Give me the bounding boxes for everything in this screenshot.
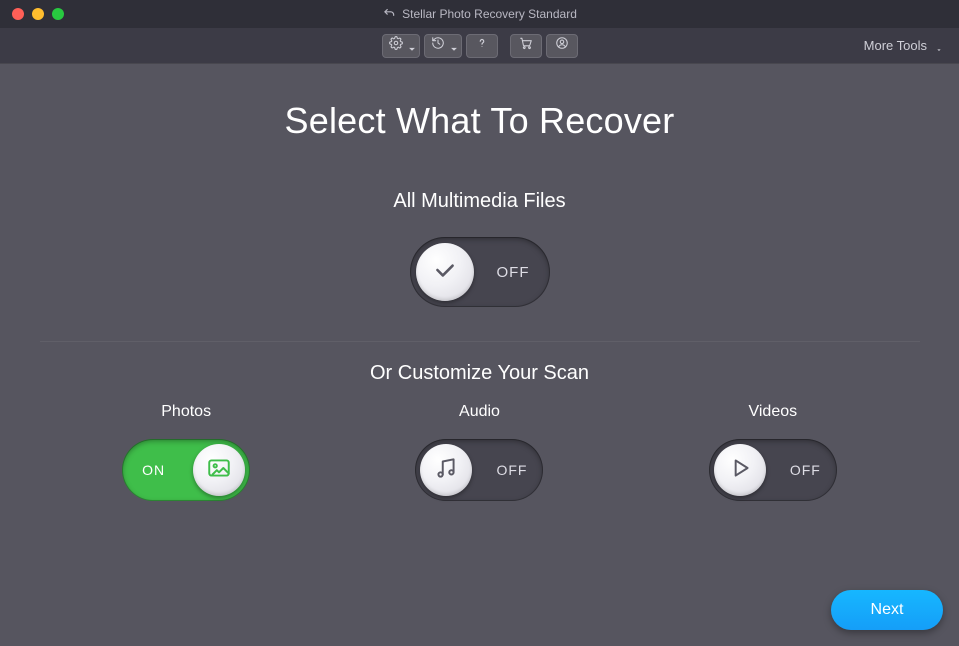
maximize-window-button[interactable] (52, 8, 64, 20)
minimize-window-button[interactable] (32, 8, 44, 20)
all-multimedia-label: All Multimedia Files (393, 190, 565, 213)
audio-column: Audio OFF (415, 403, 543, 501)
chevron-down-icon (405, 42, 413, 50)
videos-label: Videos (748, 403, 797, 421)
window-title: Stellar Photo Recovery Standard (0, 6, 959, 23)
toggle-knob (416, 243, 474, 301)
all-multimedia-toggle-wrap: OFF (410, 237, 550, 307)
cart-button[interactable] (510, 34, 542, 58)
videos-column: Videos OFF (709, 403, 837, 501)
category-row: Photos ON Audio OFF (40, 403, 920, 501)
chevron-down-icon (447, 42, 455, 50)
toggle-knob (714, 444, 766, 496)
toolbar-right: More Tools (864, 38, 943, 53)
settings-button[interactable] (382, 34, 420, 58)
toolbar-group-right (510, 34, 578, 58)
back-icon (382, 6, 396, 23)
more-tools-label: More Tools (864, 38, 927, 53)
music-icon (433, 455, 459, 486)
toggle-state-label: ON (142, 462, 165, 478)
toolbar-group-left (382, 34, 498, 58)
photos-label: Photos (161, 403, 211, 421)
chevron-down-icon (935, 42, 943, 50)
next-button-label: Next (871, 601, 904, 619)
all-multimedia-toggle[interactable]: OFF (410, 237, 550, 307)
main-content: Select What To Recover All Multimedia Fi… (0, 64, 959, 646)
cart-icon (519, 36, 533, 55)
photos-column: Photos ON (122, 403, 250, 501)
titlebar: Stellar Photo Recovery Standard (0, 0, 959, 28)
audio-label: Audio (459, 403, 500, 421)
history-button[interactable] (424, 34, 462, 58)
help-button[interactable] (466, 34, 498, 58)
next-button[interactable]: Next (831, 590, 943, 630)
toggle-knob (193, 444, 245, 496)
videos-toggle[interactable]: OFF (709, 439, 837, 501)
window-title-text: Stellar Photo Recovery Standard (402, 7, 577, 21)
toggle-knob (420, 444, 472, 496)
toggle-state-label: OFF (497, 264, 530, 281)
photos-toggle[interactable]: ON (122, 439, 250, 501)
user-icon (555, 36, 569, 55)
play-icon (727, 455, 753, 486)
close-window-button[interactable] (12, 8, 24, 20)
toggle-state-label: OFF (790, 462, 821, 478)
customize-scan-label: Or Customize Your Scan (370, 362, 589, 385)
account-button[interactable] (546, 34, 578, 58)
window-controls (0, 8, 64, 20)
more-tools-button[interactable]: More Tools (864, 38, 943, 53)
image-icon (206, 455, 232, 486)
toolbar: More Tools (0, 28, 959, 64)
page-title: Select What To Recover (285, 100, 675, 142)
toggle-state-label: OFF (496, 462, 527, 478)
divider (40, 341, 920, 342)
help-icon (475, 36, 489, 55)
audio-toggle[interactable]: OFF (415, 439, 543, 501)
history-icon (431, 36, 445, 55)
gear-icon (389, 36, 403, 55)
check-icon (432, 257, 458, 288)
